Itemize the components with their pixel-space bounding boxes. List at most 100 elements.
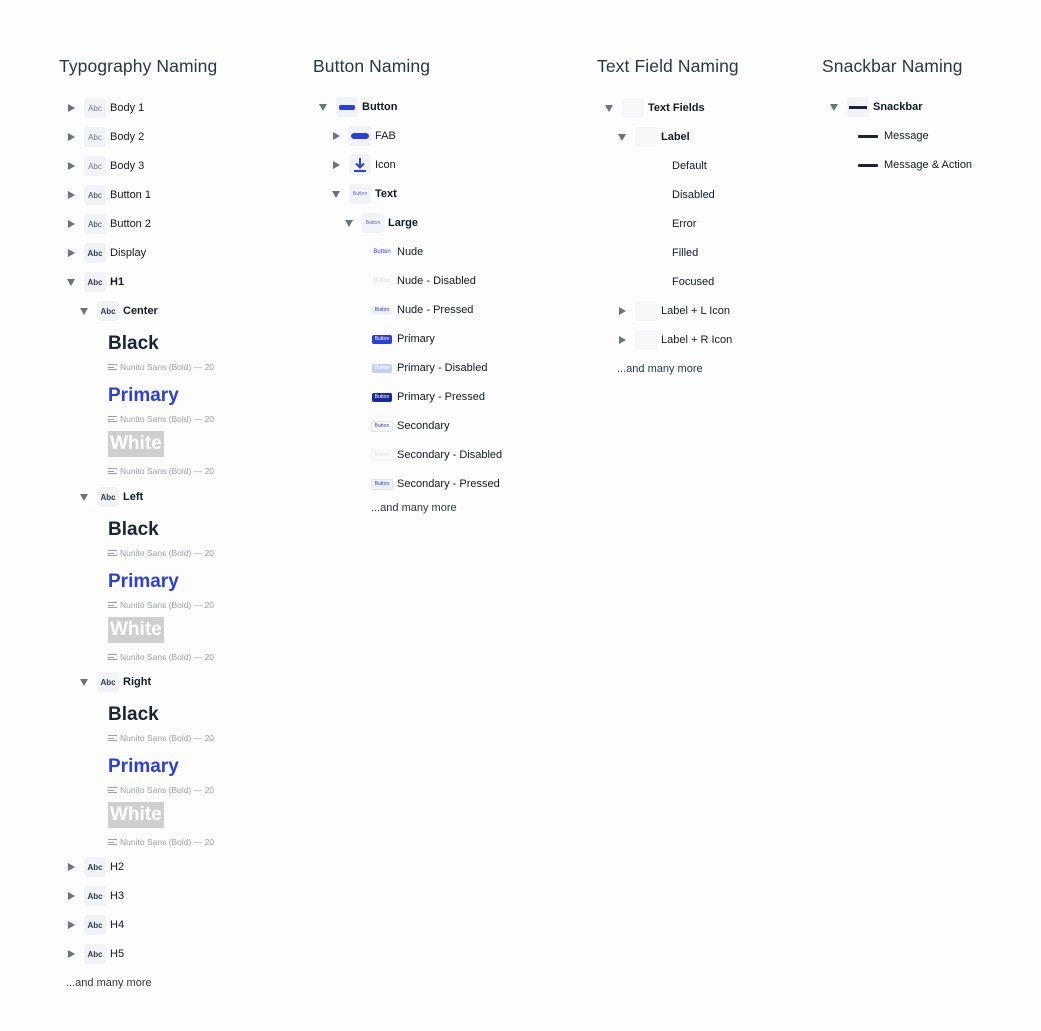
collapse-arrow-icon[interactable]	[604, 103, 614, 113]
tree-item-text[interactable]: Button Text	[331, 184, 397, 204]
tree-item-nude[interactable]: Button Nude	[371, 242, 423, 262]
tree-item-label: H5	[110, 948, 125, 960]
tree-item-label-l-icon[interactable]: Label + L Icon	[617, 301, 730, 321]
sample-black[interactable]: Black	[108, 333, 159, 355]
tree-item-large[interactable]: Button Large	[344, 213, 418, 233]
collapse-arrow-icon[interactable]	[331, 189, 341, 199]
tree-item-h3[interactable]: Abc H3	[66, 886, 124, 906]
text-style-thumbnail: Abc	[84, 127, 106, 147]
tree-item-label-r-icon[interactable]: Label + R Icon	[617, 330, 732, 350]
collapse-arrow-icon[interactable]	[318, 102, 328, 112]
tree-item-body-3[interactable]: Abc Body 3	[66, 156, 144, 176]
tree-item-primary-disabled[interactable]: Button Primary - Disabled	[371, 358, 487, 378]
tree-item-message-action[interactable]: Message & Action	[858, 155, 972, 175]
tree-item-body-1[interactable]: Abc Body 1	[66, 98, 144, 118]
tree-item-disabled[interactable]: Disabled	[672, 185, 715, 205]
expand-arrow-icon[interactable]	[66, 103, 76, 113]
tree-item-button[interactable]: Button	[318, 97, 397, 117]
collapse-arrow-icon[interactable]	[79, 492, 89, 502]
tree-item-secondary[interactable]: Button Secondary	[371, 416, 450, 436]
tree-item-text-fields[interactable]: Text Fields	[604, 98, 705, 118]
text-style-thumbnail: Abc	[84, 272, 106, 292]
sample-white[interactable]: White	[108, 617, 164, 643]
tree-item-secondary-disabled[interactable]: Button Secondary - Disabled	[371, 445, 502, 465]
tree-item-nude-pressed[interactable]: Button Nude - Pressed	[371, 300, 473, 320]
expand-arrow-icon[interactable]	[331, 160, 341, 170]
tree-item-h5[interactable]: Abc H5	[66, 944, 124, 964]
tree-item-label: FAB	[375, 130, 396, 142]
tree-item-focused[interactable]: Focused	[672, 272, 714, 292]
text-style-thumbnail: Abc	[84, 98, 106, 118]
collapse-arrow-icon[interactable]	[79, 677, 89, 687]
sample-white[interactable]: White	[108, 431, 164, 457]
tree-item-snackbar[interactable]: Snackbar	[829, 97, 923, 117]
sample-primary[interactable]: Primary	[108, 385, 179, 407]
button-thumbnail	[336, 97, 358, 117]
textfield-thumbnail	[635, 301, 657, 321]
expand-arrow-icon[interactable]	[331, 131, 341, 141]
expand-arrow-icon[interactable]	[66, 248, 76, 258]
tree-item-h4[interactable]: Abc H4	[66, 915, 124, 935]
tree-item-label: Message & Action	[884, 159, 973, 171]
tree-item-label-group[interactable]: Label	[617, 127, 690, 147]
expand-arrow-icon[interactable]	[66, 161, 76, 171]
tree-item-primary-pressed[interactable]: Button Primary - Pressed	[371, 387, 485, 407]
style-meta-text: Nunito Sans (Bold) — 20	[120, 548, 215, 558]
text-align-icon	[108, 550, 117, 556]
thumbnail-text: Button	[352, 191, 368, 197]
tree-item-button-2[interactable]: Abc Button 2	[66, 214, 151, 234]
text-align-icon	[108, 839, 117, 845]
tree-item-message[interactable]: Message	[858, 126, 929, 146]
tree-item-secondary-pressed[interactable]: Button Secondary - Pressed	[371, 474, 500, 494]
tree-item-body-2[interactable]: Abc Body 2	[66, 127, 144, 147]
thumbnail-text: Button	[373, 249, 391, 255]
expand-arrow-icon[interactable]	[66, 132, 76, 142]
expand-arrow-icon[interactable]	[617, 306, 627, 316]
tree-item-center[interactable]: Abc Center	[79, 301, 158, 321]
thumbnail-text: Button	[373, 278, 391, 284]
more-link[interactable]: ...and many more	[617, 363, 703, 375]
sample-primary[interactable]: Primary	[108, 756, 179, 778]
expand-arrow-icon[interactable]	[617, 335, 627, 345]
more-link[interactable]: ...and many more	[66, 977, 152, 989]
tree-item-display[interactable]: Abc Display	[66, 243, 146, 263]
tree-item-label: Text Fields	[648, 102, 705, 114]
sample-white[interactable]: White	[108, 802, 164, 828]
text-button-thumbnail: Button	[349, 184, 371, 204]
expand-arrow-icon[interactable]	[66, 949, 76, 959]
tree-item-h1[interactable]: Abc H1	[66, 272, 124, 292]
expand-arrow-icon[interactable]	[66, 920, 76, 930]
expand-arrow-icon[interactable]	[66, 219, 76, 229]
collapse-arrow-icon[interactable]	[829, 102, 839, 112]
tree-item-primary[interactable]: Button Primary	[371, 329, 435, 349]
tree-item-label: Body 1	[110, 102, 145, 114]
tree-item-left[interactable]: Abc Left	[79, 487, 143, 507]
tree-item-icon[interactable]: Icon	[331, 155, 396, 175]
text-align-icon	[108, 787, 117, 793]
sample-primary[interactable]: Primary	[108, 571, 179, 593]
tree-item-right[interactable]: Abc Right	[79, 672, 151, 692]
tree-item-fab[interactable]: FAB	[331, 126, 396, 146]
text-style-thumbnail: Abc	[97, 672, 119, 692]
tree-item-h2[interactable]: Abc H2	[66, 857, 124, 877]
collapse-arrow-icon[interactable]	[66, 277, 76, 287]
collapse-arrow-icon[interactable]	[344, 218, 354, 228]
expand-arrow-icon[interactable]	[66, 190, 76, 200]
collapse-arrow-icon[interactable]	[79, 306, 89, 316]
tree-item-filled[interactable]: Filled	[672, 243, 698, 263]
expand-arrow-icon[interactable]	[66, 862, 76, 872]
tree-item-nude-disabled[interactable]: Button Nude - Disabled	[371, 271, 476, 291]
tree-item-label: Body 3	[110, 160, 145, 172]
tree-item-default[interactable]: Default	[672, 156, 707, 176]
tree-item-button-1[interactable]: Abc Button 1	[66, 185, 151, 205]
tree-item-error[interactable]: Error	[672, 214, 696, 234]
secondary-disabled-thumbnail: Button	[371, 445, 393, 465]
sample-black[interactable]: Black	[108, 519, 159, 541]
more-link[interactable]: ...and many more	[371, 502, 457, 514]
tree-item-label: Right	[123, 676, 152, 688]
sample-black[interactable]: Black	[108, 704, 159, 726]
textfield-title: Text Field Naming	[597, 56, 739, 76]
text-style-thumbnail: Abc	[84, 915, 106, 935]
collapse-arrow-icon[interactable]	[617, 132, 627, 142]
expand-arrow-icon[interactable]	[66, 891, 76, 901]
